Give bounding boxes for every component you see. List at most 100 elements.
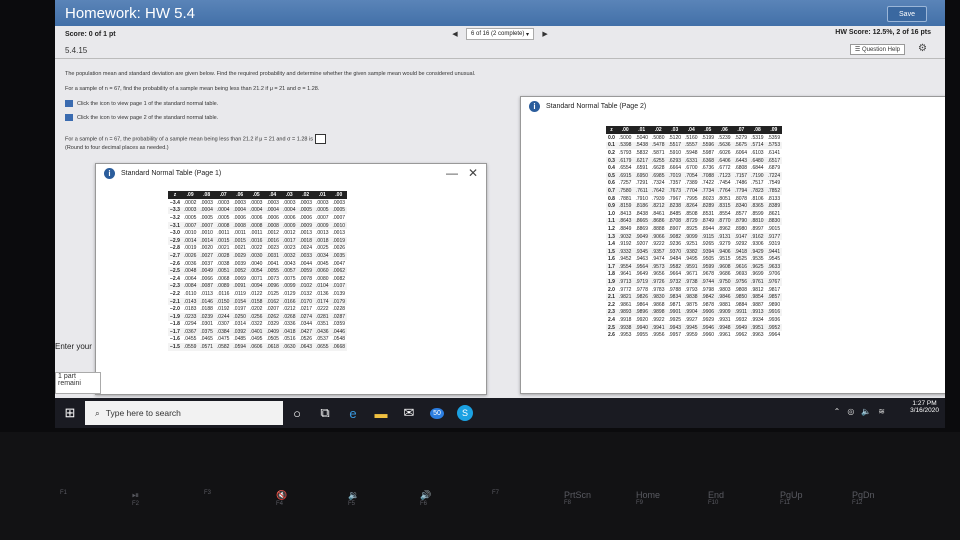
- z-value-cell: −3.2: [170, 214, 180, 221]
- probability-cell: .8289: [699, 202, 717, 210]
- table-row: 1.7.9554.9564.9573.9582.9591.9599.9608.9…: [606, 263, 783, 271]
- table-icon[interactable]: [65, 100, 73, 107]
- probability-cell: .0239: [198, 312, 215, 321]
- question-progress-select[interactable]: 6 of 16 (2 complete) ▾: [466, 28, 535, 40]
- probability-cell: .6217: [633, 156, 650, 165]
- probability-cell: .0014: [198, 236, 215, 245]
- probability-cell: .6406: [716, 156, 733, 165]
- prompt-line-4: (Round to four decimal places as needed.…: [65, 145, 169, 151]
- probability-cell: .0367: [181, 328, 199, 336]
- next-question-button[interactable]: ▶: [540, 29, 550, 39]
- close-icon[interactable]: ✕: [468, 166, 478, 180]
- probability-cell: .0139: [332, 290, 346, 297]
- probability-cell: .6179: [616, 156, 634, 165]
- probability-cell: .0005: [200, 214, 213, 221]
- probability-cell: .0036: [183, 260, 197, 267]
- table-row: 2.2.9861.9864.9868.9871.9875.9878.9881.9…: [606, 301, 782, 309]
- z-value-cell: 1.9: [606, 278, 617, 286]
- z-value-cell: 2.1: [606, 293, 617, 302]
- keyboard-key: F7: [492, 490, 499, 496]
- probability-cell: .0655: [314, 343, 331, 351]
- z-value-cell: 1.1: [606, 217, 617, 226]
- probability-cell: .9778: [635, 286, 648, 293]
- table-icon[interactable]: [65, 114, 73, 121]
- table-row: 0.3.6179.6217.6255.6293.6331.6368.6406.6…: [606, 156, 783, 165]
- table-row: 1.9.9713.9719.9726.9732.9738.9744.9750.9…: [606, 278, 783, 286]
- probability-cell: .0032: [280, 252, 298, 260]
- table-row: −1.9.0233.0239.0244.0250.0256.0262.0268.…: [168, 312, 348, 321]
- probability-cell: .0392: [231, 328, 248, 336]
- probability-cell: .6554: [618, 165, 632, 172]
- probability-cell: .9842: [699, 293, 717, 302]
- chevron-up-icon[interactable]: ⌃: [834, 407, 841, 416]
- probability-cell: .9222: [651, 241, 665, 248]
- search-icon: ⌕: [95, 407, 100, 418]
- probability-cell: .0526: [299, 336, 312, 343]
- probability-cell: .6808: [734, 165, 748, 172]
- z-value-cell: 1.8: [608, 271, 615, 278]
- score-bar: Score: 0 of 1 pt ◀ 6 of 16 (2 complete) …: [55, 26, 945, 42]
- z-value-cell: 1.7: [606, 263, 617, 271]
- prev-question-button[interactable]: ◀: [450, 29, 460, 39]
- probability-cell: .5753: [765, 141, 783, 150]
- cortana-icon[interactable]: ○: [283, 399, 311, 427]
- z-value-cell: 1.5: [606, 247, 617, 256]
- probability-cell: .9898: [649, 308, 667, 317]
- question-help-button[interactable]: ☰ Question Help: [849, 44, 905, 55]
- probability-cell: .8665: [633, 217, 650, 226]
- probability-cell: .0102: [297, 282, 314, 291]
- file-explorer-icon[interactable]: ▬: [367, 399, 395, 427]
- save-button[interactable]: Save: [887, 6, 927, 22]
- probability-cell: .9625: [749, 263, 766, 271]
- taskbar: ⊞ ⌕ Type here to search ○ ⧉ e ▬ ✉ 50 S ⌃ ◎…: [55, 398, 945, 428]
- table-row: −2.7.0026.0027.0028.0029.0030.0031.0032.…: [168, 252, 348, 260]
- edge-icon[interactable]: e: [339, 399, 367, 427]
- probability-cell: .0005: [183, 214, 197, 221]
- system-tray[interactable]: ⌃ ◎ 🔈 ≋: [834, 407, 885, 416]
- clock[interactable]: 1:27 PM 3/16/2020: [910, 400, 939, 414]
- probability-cell: .6368: [699, 156, 717, 165]
- probability-cell: .8790: [732, 217, 750, 226]
- probability-cell: .7967: [668, 195, 682, 202]
- probability-cell: .7580: [616, 187, 634, 195]
- probability-cell: .0446: [330, 328, 348, 336]
- probability-cell: .9306: [751, 241, 764, 248]
- probability-cell: .0307: [216, 321, 230, 328]
- z-value-cell: 1.4: [608, 241, 615, 248]
- app-badge-icon[interactable]: 50: [423, 399, 451, 427]
- app-badge: 50: [430, 407, 444, 419]
- probability-cell: .8729: [683, 217, 700, 226]
- view-page1-link[interactable]: Click the icon to view page 1 of the sta…: [65, 100, 218, 107]
- question-help-label: Question Help: [861, 47, 900, 53]
- probability-cell: .9890: [767, 301, 781, 308]
- view-page2-link[interactable]: Click the icon to view page 2 of the sta…: [65, 114, 218, 121]
- volume-icon[interactable]: 🔈: [861, 407, 871, 416]
- answer-input[interactable]: [314, 134, 326, 144]
- probability-cell: .7734: [699, 187, 717, 195]
- mail-icon[interactable]: ✉: [395, 399, 423, 427]
- probability-cell: .9826: [633, 293, 650, 302]
- gear-icon[interactable]: ⚙: [918, 43, 927, 54]
- probability-cell: .0007: [198, 221, 215, 230]
- wifi-icon[interactable]: ≋: [878, 407, 885, 416]
- network-icon[interactable]: ◎: [847, 407, 854, 416]
- probability-cell: .0582: [214, 343, 232, 351]
- probability-cell: .0029: [231, 252, 248, 260]
- probability-cell: .9922: [651, 317, 665, 324]
- task-view-icon[interactable]: ⧉: [311, 399, 339, 427]
- probability-cell: .7422: [701, 180, 715, 187]
- table-row: −3.1.0007.0007.0008.0008.0008.0008.0009.…: [168, 221, 348, 230]
- probability-cell: .9913: [749, 308, 766, 317]
- keyboard-key: ⏯ F2: [132, 490, 139, 507]
- probability-cell: .9948: [716, 323, 733, 332]
- probability-cell: .0003: [332, 199, 346, 206]
- taskbar-search[interactable]: ⌕ Type here to search: [85, 401, 283, 425]
- standard-normal-table-page1: z .09.08.07.06.05.04.03.02.01.00 −3.4.0002…: [168, 191, 348, 351]
- minimize-icon[interactable]: —: [446, 166, 458, 180]
- probability-cell: .9484: [668, 256, 682, 263]
- probability-cell: .0037: [200, 260, 213, 267]
- probability-cell: .0122: [249, 290, 263, 297]
- skype-icon[interactable]: S: [451, 399, 479, 427]
- windows-start-icon[interactable]: ⊞: [55, 398, 85, 428]
- probability-cell: .9783: [651, 286, 665, 293]
